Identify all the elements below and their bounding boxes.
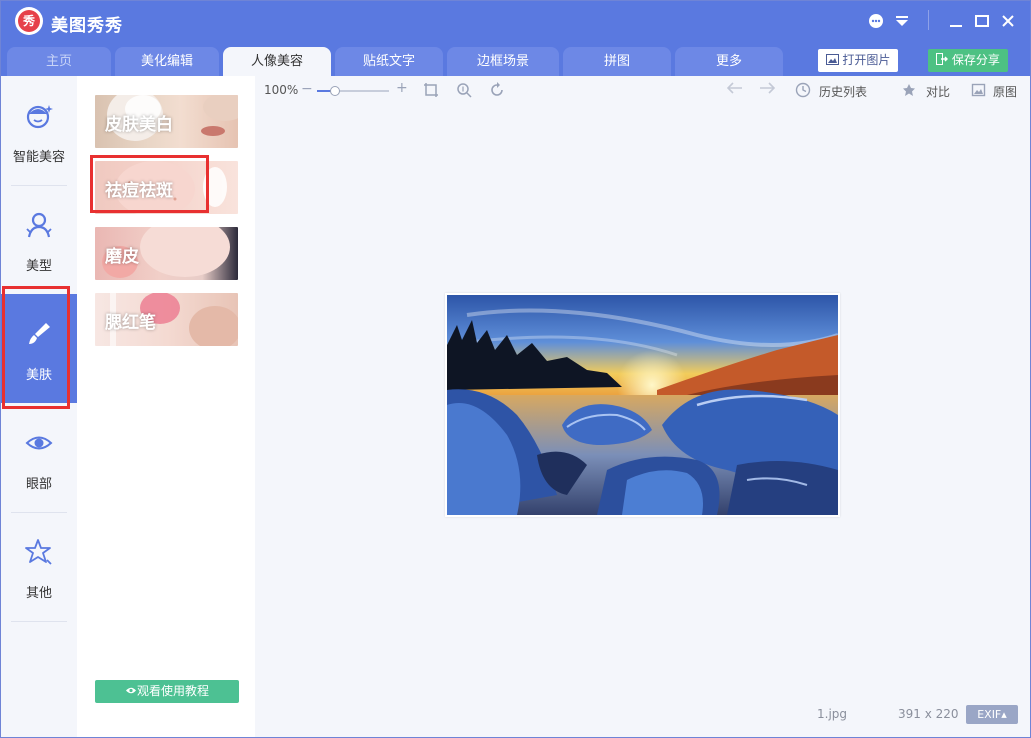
crop-fit-icon[interactable]: [423, 82, 439, 102]
face-smile-icon: [25, 102, 53, 130]
exif-button[interactable]: EXIF▴: [966, 705, 1018, 724]
tab-collage[interactable]: 拼图: [563, 47, 671, 76]
app-title: 美图秀秀: [51, 16, 123, 36]
tab-portrait-beauty[interactable]: 人像美容: [223, 47, 331, 76]
compare-button[interactable]: 对比: [926, 83, 950, 100]
dropdown-menu-icon[interactable]: [891, 10, 913, 32]
sidebar-divider: [11, 621, 67, 622]
watch-tutorial-button[interactable]: 观看使用教程: [95, 680, 239, 703]
minimize-icon[interactable]: [945, 10, 967, 32]
app-logo-icon: 秀: [15, 7, 43, 35]
compare-star-icon: [902, 82, 918, 102]
save-share-label: 保存分享: [951, 53, 1000, 67]
image-canvas: 100% − + 历史列表 对比 原图 1.jpg 391 x 220 EXIF…: [255, 76, 1030, 737]
tab-stickers-text[interactable]: 贴纸文字: [335, 47, 443, 76]
redo-arrow-icon[interactable]: [759, 81, 777, 99]
person-icon: [25, 211, 53, 239]
close-icon[interactable]: [997, 10, 1019, 32]
highlight-box-skin: [2, 286, 70, 409]
tab-home[interactable]: 主页: [7, 47, 111, 76]
eye-icon: [25, 429, 53, 457]
sidebar-item-eyes[interactable]: 眼部: [1, 403, 77, 512]
file-name: 1.jpg: [817, 707, 848, 721]
open-image-button[interactable]: 打开图片: [818, 49, 898, 72]
app-window: 秀 美图秀秀 主页 美化编辑 人像美容 贴纸文字 边框场景 拼图 更多 打开图片: [0, 0, 1031, 738]
tool-skin-whitening[interactable]: 皮肤美白: [95, 95, 238, 148]
sidebar-item-other[interactable]: 其他: [1, 512, 77, 621]
open-image-label: 打开图片: [842, 53, 891, 67]
title-bar: 秀 美图秀秀: [1, 1, 1030, 43]
original-image-icon: [971, 82, 987, 102]
titlebar-divider: [928, 10, 929, 30]
image-dimensions: 391 x 220: [898, 707, 959, 721]
tab-frames-scenes[interactable]: 边框场景: [447, 47, 559, 76]
sidebar-label-eyes: 眼部: [25, 477, 52, 492]
watch-tutorial-label: 观看使用教程: [136, 684, 209, 698]
tab-beautify-edit[interactable]: 美化编辑: [115, 47, 219, 76]
undo-arrow-icon[interactable]: [725, 81, 743, 99]
chat-bubble-icon[interactable]: [865, 10, 887, 32]
edited-photo[interactable]: [445, 293, 840, 517]
tab-more[interactable]: 更多: [675, 47, 783, 76]
save-share-button[interactable]: 保存分享: [928, 49, 1008, 72]
zoom-slider-knob[interactable]: [330, 86, 340, 96]
zoom-slider[interactable]: [317, 86, 389, 96]
actual-size-icon[interactable]: [456, 82, 472, 102]
maximize-icon[interactable]: [971, 10, 993, 32]
rotate-icon[interactable]: [489, 82, 505, 102]
main-tab-bar: 主页 美化编辑 人像美容 贴纸文字 边框场景 拼图 更多 打开图片 保存分享: [1, 43, 1030, 76]
sidebar-label-body-shape: 美型: [25, 259, 52, 274]
zoom-out-icon[interactable]: −: [301, 81, 313, 97]
sidebar-item-body-shape[interactable]: 美型: [1, 185, 77, 294]
sidebar-label-other: 其他: [25, 586, 52, 601]
zoom-in-icon[interactable]: +: [396, 80, 408, 96]
tool-blush-brush[interactable]: 腮红笔: [95, 293, 238, 346]
tool-label-skin-whitening: 皮肤美白: [105, 115, 173, 135]
tool-skin-smoothing[interactable]: 磨皮: [95, 227, 238, 280]
history-clock-icon: [795, 82, 811, 102]
sidebar-item-smart-beauty[interactable]: 智能美容: [1, 76, 77, 185]
zoom-level: 100%: [264, 83, 299, 97]
app-logo-mark: 秀: [18, 10, 40, 32]
original-image-button[interactable]: 原图: [993, 83, 1017, 100]
highlight-box-acne: [90, 155, 209, 213]
star-icon: [25, 538, 53, 566]
tool-label-skin-smoothing: 磨皮: [105, 247, 139, 267]
tool-label-blush-brush: 腮红笔: [105, 313, 156, 333]
sidebar-label-smart-beauty: 智能美容: [12, 150, 65, 165]
history-list-button[interactable]: 历史列表: [819, 83, 867, 100]
